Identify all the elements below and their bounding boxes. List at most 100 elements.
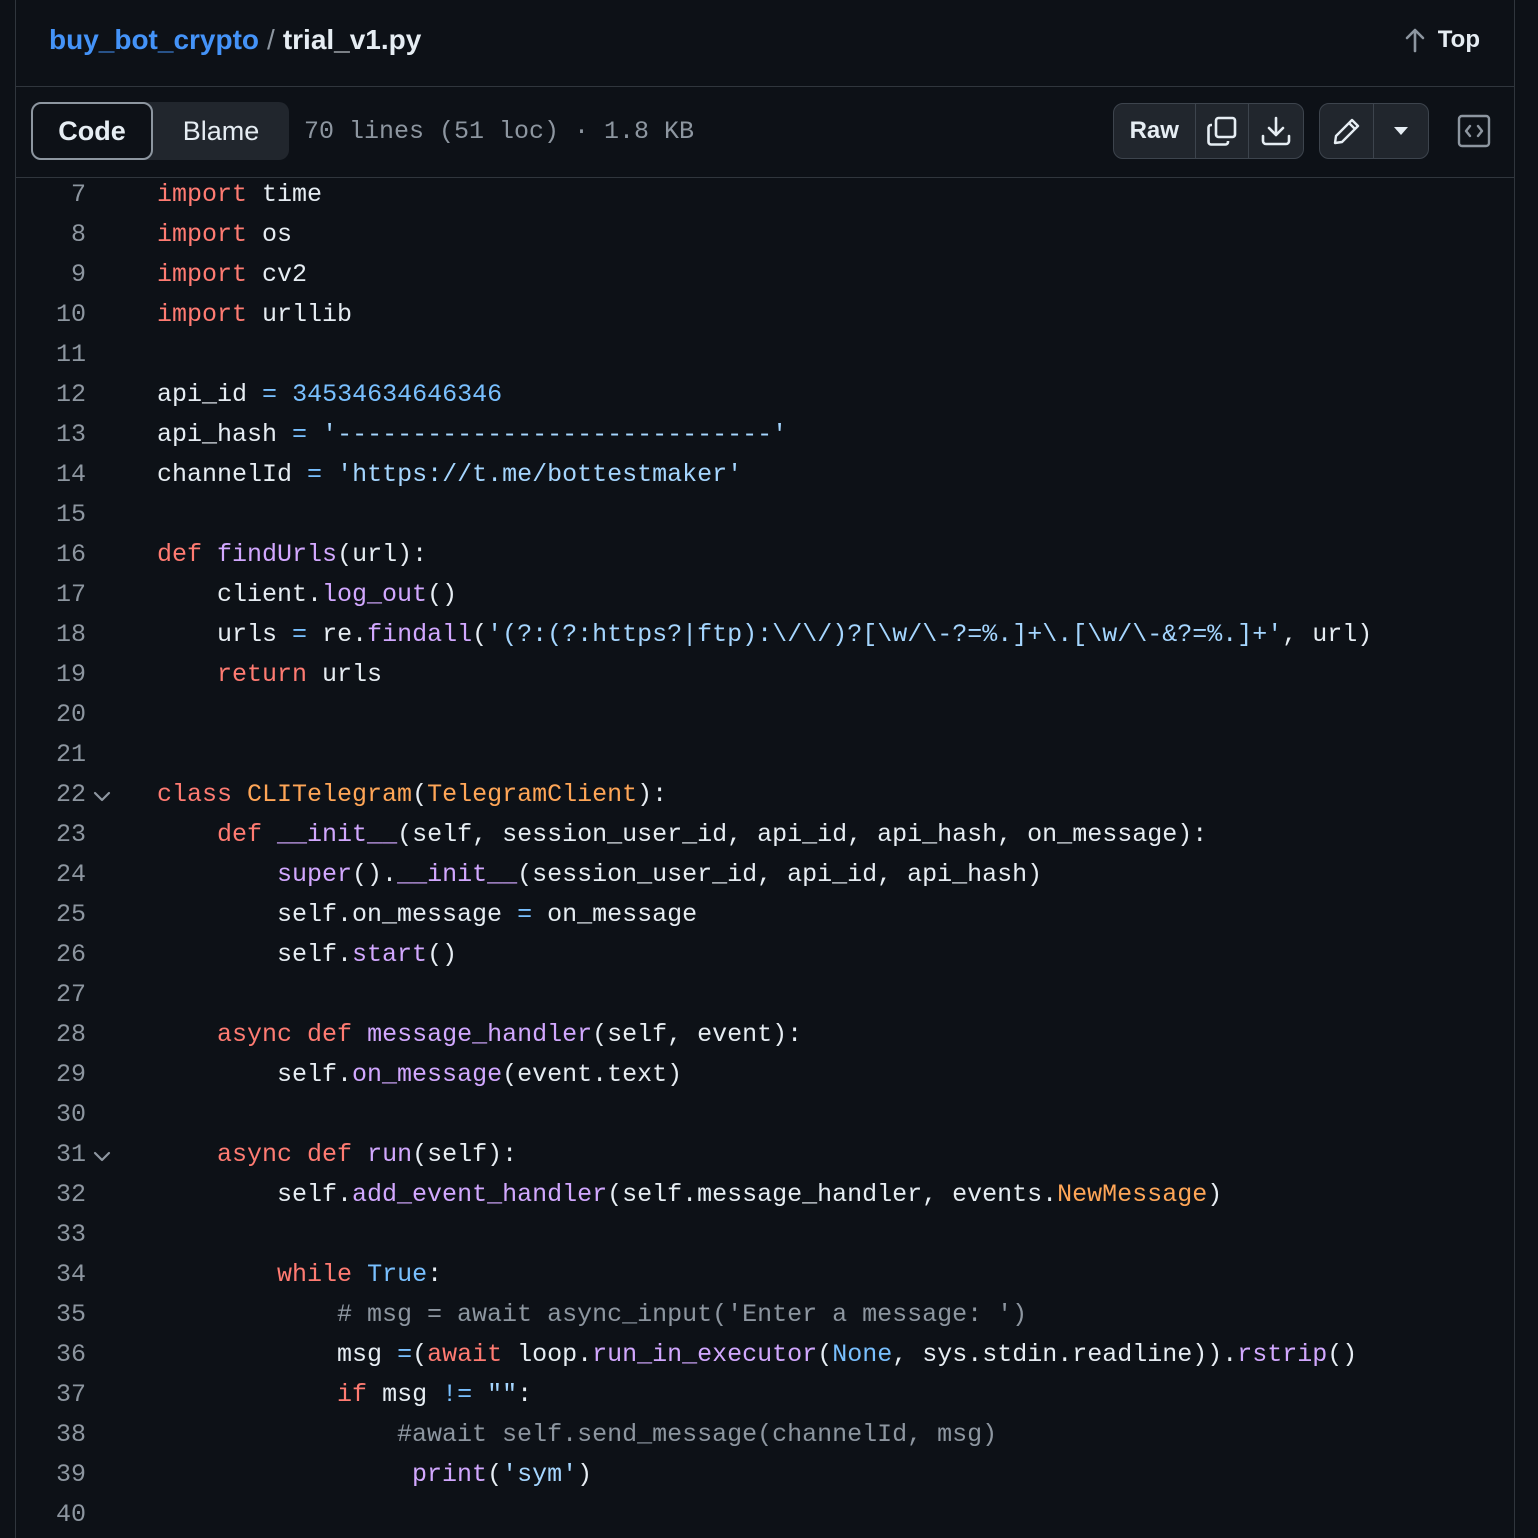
copy-icon xyxy=(1207,116,1237,146)
line-source: import urllib xyxy=(157,300,352,329)
line-number[interactable]: 26 xyxy=(16,940,86,969)
line-number[interactable]: 20 xyxy=(16,700,86,729)
code-token: != xyxy=(442,1380,473,1409)
code-line: 30 xyxy=(16,1098,1514,1138)
line-number[interactable]: 25 xyxy=(16,900,86,929)
line-source: while True: xyxy=(157,1260,442,1289)
code-token: on_message xyxy=(547,900,698,929)
line-source: self.add_event_handler(self.message_hand… xyxy=(157,1180,1222,1209)
line-number[interactable]: 13 xyxy=(16,420,86,449)
fold-chevron-icon[interactable] xyxy=(92,790,112,804)
edit-options-dropdown[interactable] xyxy=(1374,104,1428,158)
line-number[interactable]: 11 xyxy=(16,340,86,369)
line-number[interactable]: 12 xyxy=(16,380,86,409)
code-token: = xyxy=(397,1340,413,1369)
breadcrumb: buy_bot_crypto / trial_v1.py xyxy=(49,24,421,56)
line-number[interactable]: 17 xyxy=(16,580,86,609)
tab-code[interactable]: Code xyxy=(31,102,153,160)
line-number[interactable]: 27 xyxy=(16,980,86,1009)
code-token: log_out xyxy=(322,580,428,609)
symbols-panel-button[interactable] xyxy=(1452,109,1496,153)
fold-chevron-icon[interactable] xyxy=(92,1150,112,1164)
code-token: () xyxy=(427,940,458,969)
line-number[interactable]: 37 xyxy=(16,1380,86,1409)
code-token: (event.text) xyxy=(502,1060,683,1089)
code-line: 28 async def message_handler(self, event… xyxy=(16,1018,1514,1058)
line-number[interactable]: 15 xyxy=(16,500,86,529)
code-token: = xyxy=(517,900,533,929)
code-token: ( xyxy=(487,1460,503,1489)
code-line: 21 xyxy=(16,738,1514,778)
code-line: 37 if msg != "": xyxy=(16,1378,1514,1418)
code-token: async def xyxy=(157,1020,353,1049)
line-number[interactable]: 38 xyxy=(16,1420,86,1449)
line-number[interactable]: 16 xyxy=(16,540,86,569)
line-number[interactable]: 10 xyxy=(16,300,86,329)
raw-button[interactable]: Raw xyxy=(1114,104,1196,158)
code-token: True xyxy=(367,1260,428,1289)
code-token: self. xyxy=(157,940,353,969)
code-token: urls xyxy=(157,620,278,649)
line-number[interactable]: 31 xyxy=(16,1140,86,1169)
code-token: "" xyxy=(487,1380,518,1409)
line-number[interactable]: 30 xyxy=(16,1100,86,1129)
line-number[interactable]: 40 xyxy=(16,1500,86,1529)
line-number[interactable]: 14 xyxy=(16,460,86,489)
file-meta: 70 lines (51 loc) · 1.8 KB xyxy=(304,117,695,146)
line-number[interactable]: 22 xyxy=(16,780,86,809)
arrow-up-icon xyxy=(1405,28,1425,53)
code-token: ( xyxy=(412,1340,428,1369)
code-token: async def xyxy=(157,1140,353,1169)
line-number[interactable]: 29 xyxy=(16,1060,86,1089)
line-number[interactable]: 33 xyxy=(16,1220,86,1249)
line-number[interactable]: 36 xyxy=(16,1340,86,1369)
code-token: loop. xyxy=(517,1340,593,1369)
line-source: import os xyxy=(157,220,292,249)
tab-blame[interactable]: Blame xyxy=(153,102,289,160)
code-token: findall xyxy=(367,620,473,649)
code-token: msg xyxy=(382,1380,428,1409)
code-token: __init__ xyxy=(397,860,518,889)
top-button[interactable]: Top xyxy=(1404,26,1480,54)
line-source: class CLITelegram(TelegramClient): xyxy=(157,780,667,809)
download-icon xyxy=(1261,116,1291,146)
line-number[interactable]: 9 xyxy=(16,260,86,289)
code-token: (). xyxy=(352,860,398,889)
line-number[interactable]: 8 xyxy=(16,220,86,249)
code-token: ( xyxy=(472,620,488,649)
code-token: ( xyxy=(817,1340,833,1369)
code-token: self. xyxy=(157,1060,353,1089)
line-number[interactable]: 32 xyxy=(16,1180,86,1209)
code-line: 18 urls = re.findall('(?:(?:https?|ftp):… xyxy=(16,618,1514,658)
code-line: 39 print('sym') xyxy=(16,1458,1514,1498)
line-number[interactable]: 28 xyxy=(16,1020,86,1049)
line-number[interactable]: 19 xyxy=(16,660,86,689)
line-source: self.on_message(event.text) xyxy=(157,1060,682,1089)
code-token: time xyxy=(262,180,323,209)
download-button[interactable] xyxy=(1249,104,1303,158)
line-number[interactable]: 7 xyxy=(16,180,86,209)
line-number[interactable]: 35 xyxy=(16,1300,86,1329)
line-number[interactable]: 21 xyxy=(16,740,86,769)
line-number[interactable]: 34 xyxy=(16,1260,86,1289)
code-square-icon xyxy=(1457,114,1491,148)
code-token: = xyxy=(292,620,308,649)
breadcrumb-repo-link[interactable]: buy_bot_crypto xyxy=(49,24,259,55)
line-number[interactable]: 18 xyxy=(16,620,86,649)
code-token: os xyxy=(262,220,293,249)
code-line: 19 return urls xyxy=(16,658,1514,698)
breadcrumb-separator: / xyxy=(267,24,275,55)
code-token: () xyxy=(1327,1340,1358,1369)
code-token: = xyxy=(307,460,323,489)
code-line: 10 import urllib xyxy=(16,298,1514,338)
code-token: import xyxy=(157,220,248,249)
copy-raw-button[interactable] xyxy=(1196,104,1250,158)
code-line: 36 msg =(await loop.run_in_executor(None… xyxy=(16,1338,1514,1378)
code-token: CLITelegram xyxy=(247,780,413,809)
line-number[interactable]: 23 xyxy=(16,820,86,849)
edit-file-button[interactable] xyxy=(1320,104,1374,158)
line-number[interactable]: 24 xyxy=(16,860,86,889)
code-line: 8 import os xyxy=(16,218,1514,258)
line-number[interactable]: 39 xyxy=(16,1460,86,1489)
code-line: 25 self.on_message = on_message xyxy=(16,898,1514,938)
